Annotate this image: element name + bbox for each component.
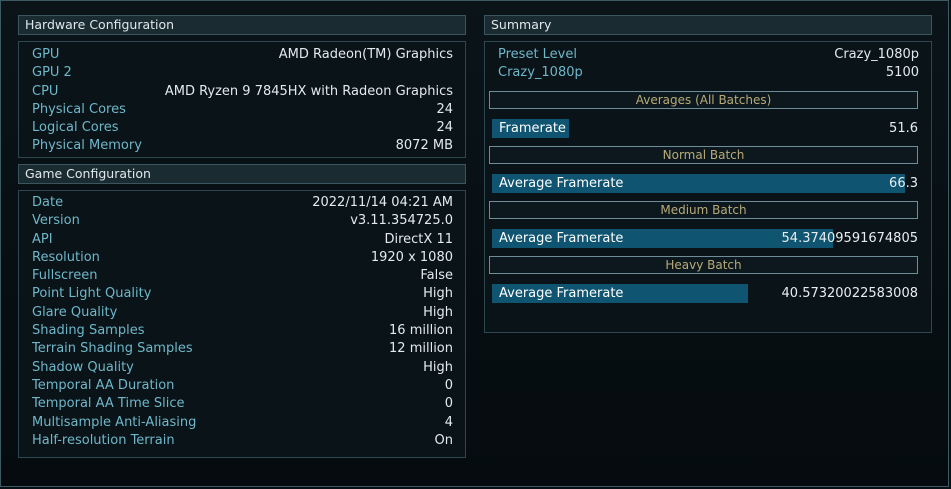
- game-row-shading-samples: Shading Samples 16 million: [19, 322, 465, 340]
- hw-row-physical-memory: Physical Memory 8072 MB: [19, 137, 465, 155]
- batch-header-averages: Averages (All Batches): [489, 90, 918, 109]
- row-label: Physical Cores: [32, 101, 126, 117]
- row-value: High: [423, 286, 453, 302]
- batch-header-normal: Normal Batch: [489, 145, 918, 164]
- batch-header-heavy: Heavy Batch: [489, 255, 918, 274]
- row-value: AMD Radeon(TM) Graphics: [278, 47, 453, 62]
- row-label: GPU 2: [32, 65, 72, 81]
- row-label: Fullscreen: [32, 268, 98, 284]
- framerate-label: Average Framerate: [499, 230, 624, 246]
- row-label: Glare Quality: [32, 304, 118, 320]
- row-value: High: [423, 359, 453, 375]
- hw-row-gpu2: GPU 2: [19, 64, 465, 82]
- right-column: Summary Preset Level Crazy_1080p Crazy_10…: [484, 15, 932, 333]
- row-label: Point Light Quality: [32, 286, 152, 302]
- row-label: GPU: [32, 47, 60, 62]
- row-label: Preset Level: [498, 47, 577, 62]
- row-label: Shadow Quality: [32, 359, 134, 375]
- benchmark-results-window: Hardware Configuration GPU AMD Radeon(TM)…: [0, 0, 949, 487]
- game-row-point-light-quality: Point Light Quality High: [19, 285, 465, 303]
- row-value: High: [423, 304, 453, 320]
- summary-row-preset-level: Preset Level Crazy_1080p: [485, 46, 931, 64]
- row-value: 12 million: [389, 341, 453, 357]
- framerate-bar-normal: Average Framerate 66.3: [492, 173, 918, 193]
- batch-header-medium: Medium Batch: [489, 200, 918, 219]
- row-value: 24: [436, 101, 453, 117]
- row-label: Half-resolution Terrain: [32, 432, 175, 448]
- framerate-label: Average Framerate: [499, 285, 624, 301]
- game-row-api: API DirectX 11: [19, 231, 465, 249]
- game-row-temporal-aa-time-slice: Temporal AA Time Slice 0: [19, 395, 465, 413]
- framerate-bar-averages: Framerate 51.6: [492, 118, 918, 138]
- hw-row-physical-cores: Physical Cores 24: [19, 101, 465, 119]
- row-value: v3.11.354725.0: [350, 213, 453, 229]
- framerate-bar-medium: Average Framerate 54.37409591674805: [492, 228, 918, 248]
- row-value: On: [434, 432, 453, 448]
- row-value: Crazy_1080p: [834, 47, 919, 62]
- summary-header: Summary: [484, 15, 932, 35]
- summary-panel: Preset Level Crazy_1080p Crazy_1080p 5100 …: [484, 41, 932, 333]
- game-row-shadow-quality: Shadow Quality High: [19, 359, 465, 377]
- game-row-temporal-aa-duration: Temporal AA Duration 0: [19, 377, 465, 395]
- hw-row-gpu: GPU AMD Radeon(TM) Graphics: [19, 46, 465, 64]
- framerate-label: Average Framerate: [499, 175, 624, 191]
- framerate-value: 54.37409591674805: [781, 230, 918, 246]
- row-value: 1920 x 1080: [370, 249, 453, 265]
- row-value: 8072 MB: [395, 138, 453, 154]
- game-row-resolution: Resolution 1920 x 1080: [19, 249, 465, 267]
- hw-row-cpu: CPU AMD Ryzen 9 7845HX with Radeon Graphi…: [19, 83, 465, 101]
- row-label: Version: [32, 213, 80, 229]
- framerate-bar-heavy: Average Framerate 40.5732002258300​8: [492, 283, 918, 303]
- row-label: CPU: [32, 83, 59, 99]
- row-value: 16 million: [389, 323, 453, 339]
- left-column: Hardware Configuration GPU AMD Radeon(TM)…: [18, 15, 466, 458]
- game-row-fullscreen: Fullscreen False: [19, 267, 465, 285]
- game-row-terrain-shading-samples: Terrain Shading Samples 12 million: [19, 340, 465, 358]
- game-config-panel: Date 2022/11/14 04:21 AM Version v3.11.354…: [18, 190, 466, 458]
- game-row-half-res-terrain: Half-resolution Terrain On: [19, 432, 465, 450]
- row-value: 2022/11/14 04:21 AM: [312, 195, 453, 210]
- row-label: Logical Cores: [32, 120, 119, 136]
- hardware-config-header: Hardware Configuration: [18, 15, 466, 35]
- row-value: 24: [436, 120, 453, 136]
- row-label: Temporal AA Duration: [32, 377, 175, 393]
- row-value: DirectX 11: [384, 231, 453, 247]
- row-value: 4: [444, 414, 453, 430]
- row-label: Terrain Shading Samples: [32, 341, 193, 357]
- row-label: Multisample Anti-Aliasing: [32, 414, 197, 430]
- row-label: Resolution: [32, 249, 100, 265]
- row-label: Crazy_1080p: [498, 65, 583, 81]
- row-value: 0: [444, 396, 453, 412]
- row-value: False: [420, 268, 453, 284]
- framerate-value: 66.3: [889, 175, 918, 191]
- row-value: 5100: [885, 65, 919, 81]
- hardware-config-panel: GPU AMD Radeon(TM) Graphics GPU 2 CPU AMD …: [18, 41, 466, 158]
- game-config-header: Game Configuration: [18, 164, 466, 184]
- game-row-date: Date 2022/11/14 04:21 AM: [19, 194, 465, 212]
- row-value: AMD Ryzen 9 7845HX with Radeon Graphics: [164, 83, 453, 99]
- summary-row-score: Crazy_1080p 5100: [485, 64, 931, 82]
- row-label: Date: [32, 195, 64, 210]
- framerate-label: Framerate: [499, 120, 566, 136]
- game-row-version: Version v3.11.354725.0: [19, 212, 465, 230]
- row-label: Temporal AA Time Slice: [32, 396, 185, 412]
- framerate-value: 51.6: [889, 120, 918, 136]
- game-row-glare-quality: Glare Quality High: [19, 304, 465, 322]
- hw-row-logical-cores: Logical Cores 24: [19, 119, 465, 137]
- row-label: Shading Samples: [32, 323, 145, 339]
- row-label: Physical Memory: [32, 138, 142, 154]
- game-row-msaa: Multisample Anti-Aliasing 4: [19, 414, 465, 432]
- row-value: 0: [444, 377, 453, 393]
- framerate-value: 40.5732002258300​8: [781, 285, 918, 301]
- row-label: API: [32, 231, 53, 247]
